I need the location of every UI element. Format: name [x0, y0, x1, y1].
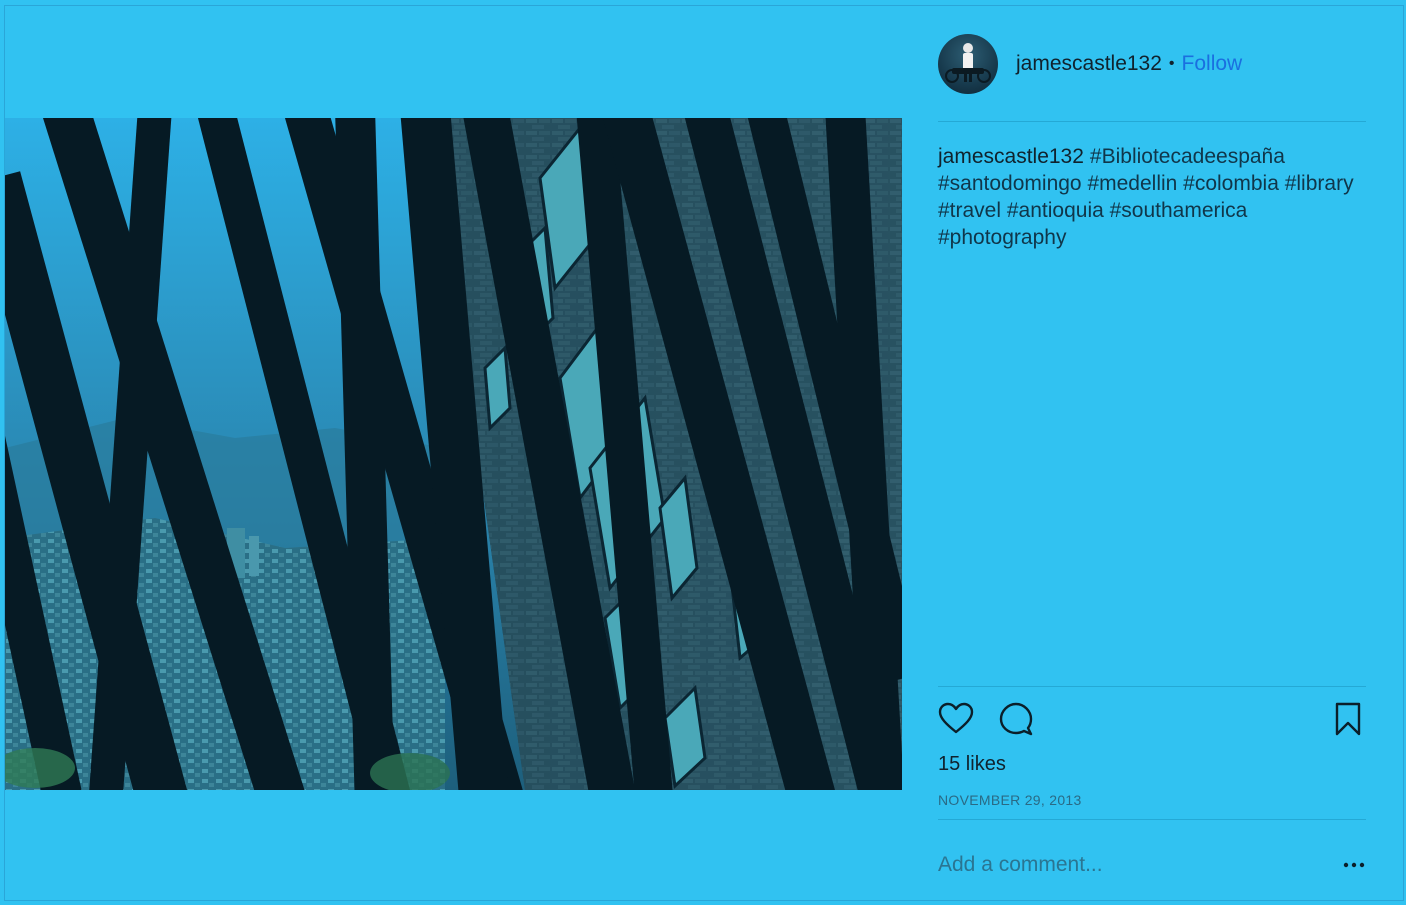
actions-divider: [938, 686, 1366, 687]
comment-divider: [938, 819, 1366, 820]
caption-username[interactable]: jamescastle132: [938, 145, 1084, 168]
comment-icon[interactable]: [998, 701, 1034, 737]
header-divider: [938, 121, 1366, 122]
post-header: jamescastle132 • Follow: [938, 33, 1366, 95]
photo-image: [5, 118, 902, 790]
comment-bar: [938, 843, 1366, 887]
comment-input[interactable]: [938, 853, 1318, 877]
action-bar: [938, 701, 1366, 741]
separator-dot: •: [1168, 55, 1175, 72]
post-caption: jamescastle132 #Bibliotecadeespaña #santo…: [938, 143, 1378, 251]
post-date: NOVEMBER 29, 2013: [938, 792, 1082, 808]
photo-column: [5, 5, 902, 900]
avatar-image: [945, 43, 991, 83]
heart-icon[interactable]: [938, 701, 974, 737]
post-photo[interactable]: [5, 118, 902, 790]
more-options-icon[interactable]: [1342, 853, 1366, 877]
avatar[interactable]: [938, 34, 998, 94]
likes-count[interactable]: 15 likes: [938, 753, 1006, 776]
follow-button[interactable]: Follow: [1182, 52, 1243, 76]
post-sidebar: jamescastle132 • Follow jamescastle132 #B…: [902, 5, 1404, 900]
username[interactable]: jamescastle132: [1016, 52, 1162, 76]
bookmark-icon[interactable]: [1330, 701, 1366, 737]
